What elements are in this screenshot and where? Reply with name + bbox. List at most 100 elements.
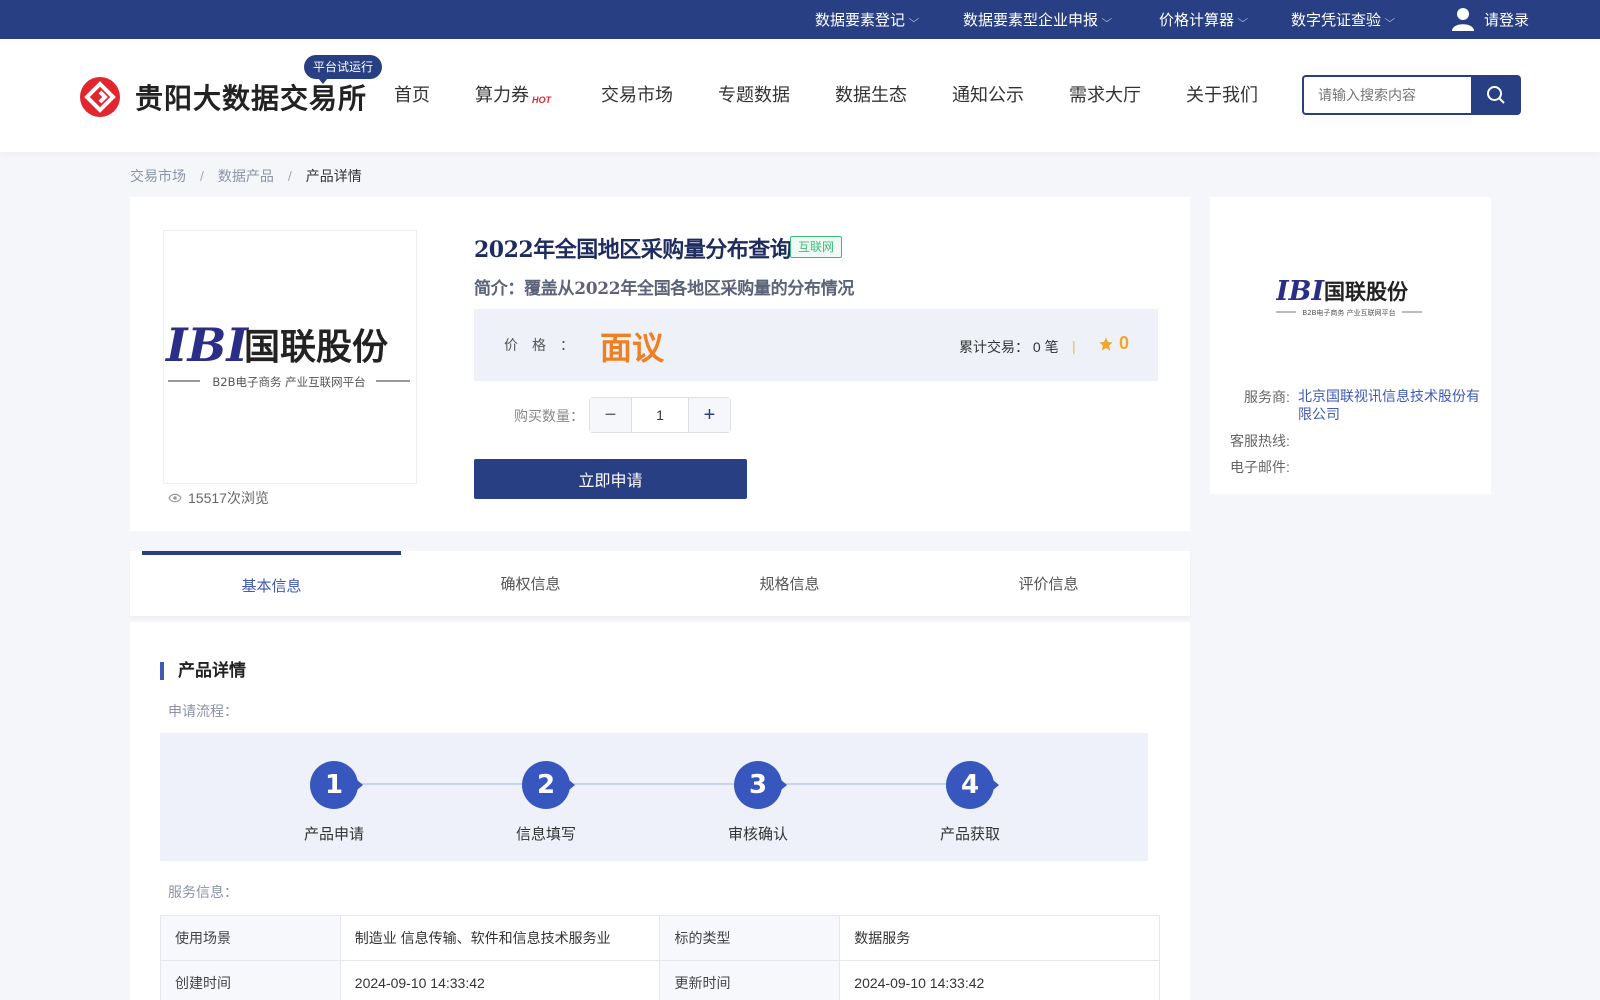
chevron-down-icon: ⌵ <box>1237 14 1249 25</box>
provider-logo-tagline: B2B电子商务 产业互联网平台 <box>1302 308 1395 317</box>
topbar-item-label: 数据要素型企业申报 <box>963 12 1099 29</box>
service-info-table: 使用场景 制造业 信息传输、软件和信息技术服务业 标的类型 数据服务 创建时间 … <box>160 915 1160 1000</box>
search-button[interactable] <box>1471 75 1521 115</box>
trade-count: 累计交易： 0 笔 <box>959 339 1059 355</box>
chevron-down-icon: ⌵ <box>908 14 920 25</box>
topbar-item-price-calculator[interactable]: 价格计算器 ⌵ <box>1159 0 1249 39</box>
detail-tabs: 基本信息 确权信息 规格信息 评价信息 <box>130 551 1190 616</box>
breadcrumb-market[interactable]: 交易市场 <box>130 166 186 186</box>
category-tag: 互联网 <box>790 236 843 258</box>
step-name: 产品申请 <box>303 826 364 843</box>
breadcrumb-separator: / <box>287 168 292 184</box>
service-info-label: 服务信息： <box>168 884 238 900</box>
search-icon <box>1487 86 1505 104</box>
email-label: 电子邮件: <box>1230 459 1290 475</box>
flow-step: 4 产品获取 <box>910 761 1030 844</box>
step-number: 3 <box>734 761 787 809</box>
rating-value: 0 <box>1119 333 1130 353</box>
eye-icon <box>168 493 182 503</box>
table-key: 标的类型 <box>659 915 841 961</box>
rating: 0 <box>1098 333 1129 354</box>
user-icon <box>1452 8 1474 31</box>
breadcrumb-current: 产品详情 <box>305 168 362 184</box>
nav-demand-hall[interactable]: 需求大厅 <box>1069 81 1141 107</box>
table-value: 制造业 信息传输、软件和信息技术服务业 <box>339 915 661 961</box>
site-name[interactable]: 贵阳大数据交易所 <box>135 77 367 117</box>
service-provider-label: 服务商: <box>1244 389 1290 405</box>
step-name: 信息填写 <box>515 826 576 843</box>
price-value: 面议 <box>600 330 665 366</box>
quantity-label: 购买数量： <box>514 408 584 424</box>
nav-market[interactable]: 交易市场 <box>601 81 673 107</box>
topbar-item-label: 数据要素登记 <box>815 12 906 29</box>
service-provider-name[interactable]: 北京国联视讯信息技术股份有限公司 <box>1298 387 1483 423</box>
table-row: 创建时间 2024-09-10 14:33:42 更新时间 2024-09-10… <box>160 960 1160 1000</box>
view-count: 15517次浏览 <box>168 488 269 508</box>
nav-ecosystem[interactable]: 数据生态 <box>835 81 907 107</box>
application-flow: 1 产品申请 2 信息填写 3 审核确认 4 产品获取 <box>160 733 1148 861</box>
breadcrumb-separator: / <box>200 168 204 184</box>
chevron-down-icon: ⌵ <box>1101 14 1113 25</box>
section-title: 产品详情 <box>160 662 246 680</box>
table-value: 2024-09-10 14:33:42 <box>339 960 661 1000</box>
price-label: 价格： <box>504 337 588 353</box>
topbar-item-enterprise-report[interactable]: 数据要素型企业申报 ⌵ <box>963 0 1113 39</box>
quantity-input[interactable]: 1 <box>631 398 689 432</box>
table-value: 2024-09-10 14:33:42 <box>839 960 1160 1000</box>
topbar-item-registration[interactable]: 数据要素登记 ⌵ <box>815 0 920 39</box>
breadcrumb: 交易市场 / 数据产品 / 产品详情 <box>130 166 362 186</box>
provider-logo-letters: IBI <box>1276 276 1325 307</box>
table-key: 更新时间 <box>659 960 841 1000</box>
product-title: 2022年全国地区采购量分布查询 <box>474 237 792 263</box>
logo-letters: IBI <box>164 318 249 372</box>
trial-badge: 平台试运行 <box>304 55 383 84</box>
table-row: 使用场景 制造业 信息传输、软件和信息技术服务业 标的类型 数据服务 <box>160 915 1160 961</box>
exchange-logo-icon[interactable] <box>80 77 120 117</box>
tab-spec-info[interactable]: 规格信息 <box>660 551 919 616</box>
flow-step: 3 审核确认 <box>698 761 818 844</box>
table-key: 创建时间 <box>160 960 341 1000</box>
breadcrumb-data-products[interactable]: 数据产品 <box>218 166 274 186</box>
flow-connector <box>335 783 975 785</box>
ibi-logo-image: IBI 国联股份 B2B电子商务 产业互联网平台 <box>164 318 410 389</box>
login-label: 请登录 <box>1484 11 1530 29</box>
topbar-item-label: 价格计算器 <box>1159 12 1235 29</box>
table-key: 使用场景 <box>160 915 341 961</box>
step-number: 2 <box>522 761 575 809</box>
hotline-label: 客服热线: <box>1230 433 1290 449</box>
nav-topic-data[interactable]: 专题数据 <box>718 81 790 107</box>
tab-ownership-info[interactable]: 确权信息 <box>401 551 660 616</box>
logo-tagline: B2B电子商务 产业互联网平台 <box>212 375 365 389</box>
table-value: 数据服务 <box>839 915 1160 961</box>
search-input[interactable] <box>1302 75 1472 115</box>
tab-review-info[interactable]: 评价信息 <box>919 551 1178 616</box>
topbar-item-certificate-check[interactable]: 数字凭证查验 ⌵ <box>1291 0 1396 39</box>
provider-logo-name: 国联股份 <box>1324 280 1409 304</box>
hot-badge: HOT <box>532 95 551 105</box>
step-name: 审核确认 <box>727 826 788 843</box>
site-header: 贵阳大数据交易所 平台试运行 首页 算力券 HOT 交易市场 专题数据 数据生态… <box>0 39 1600 152</box>
nav-home[interactable]: 首页 <box>394 81 430 107</box>
flow-step: 1 产品申请 <box>274 761 394 844</box>
nav-compute-voucher[interactable]: 算力券 <box>475 81 529 107</box>
flow-step: 2 信息填写 <box>486 761 606 844</box>
product-card: IBI 国联股份 B2B电子商务 产业互联网平台 15517次浏览 2022年全… <box>130 197 1190 531</box>
divider: | <box>1072 338 1076 354</box>
step-number: 1 <box>310 761 363 809</box>
chevron-down-icon: ⌵ <box>1384 14 1396 25</box>
price-panel: 价格： 面议 累计交易： 0 笔 | 0 <box>474 309 1158 381</box>
nav-notices[interactable]: 通知公示 <box>952 81 1024 107</box>
quantity-stepper: − 1 + <box>589 397 731 433</box>
logo-name: 国联股份 <box>244 327 388 368</box>
topbar-item-label: 数字凭证查验 <box>1291 12 1382 29</box>
provider-logo[interactable]: IBI 国联股份 B2B电子商务 产业互联网平台 <box>1276 275 1426 319</box>
login-button[interactable]: 请登录 <box>1452 6 1529 32</box>
nav-about[interactable]: 关于我们 <box>1186 81 1258 107</box>
tab-basic-info[interactable]: 基本信息 <box>142 551 401 616</box>
quantity-decrease-button[interactable]: − <box>590 398 631 432</box>
provider-card: IBI 国联股份 B2B电子商务 产业互联网平台 服务商: 北京国联视讯信息技术… <box>1210 197 1491 494</box>
apply-button[interactable]: 立即申请 <box>474 459 747 499</box>
step-number: 4 <box>946 761 999 809</box>
quantity-increase-button[interactable]: + <box>689 398 730 432</box>
view-count-label: 15517次浏览 <box>188 490 269 506</box>
